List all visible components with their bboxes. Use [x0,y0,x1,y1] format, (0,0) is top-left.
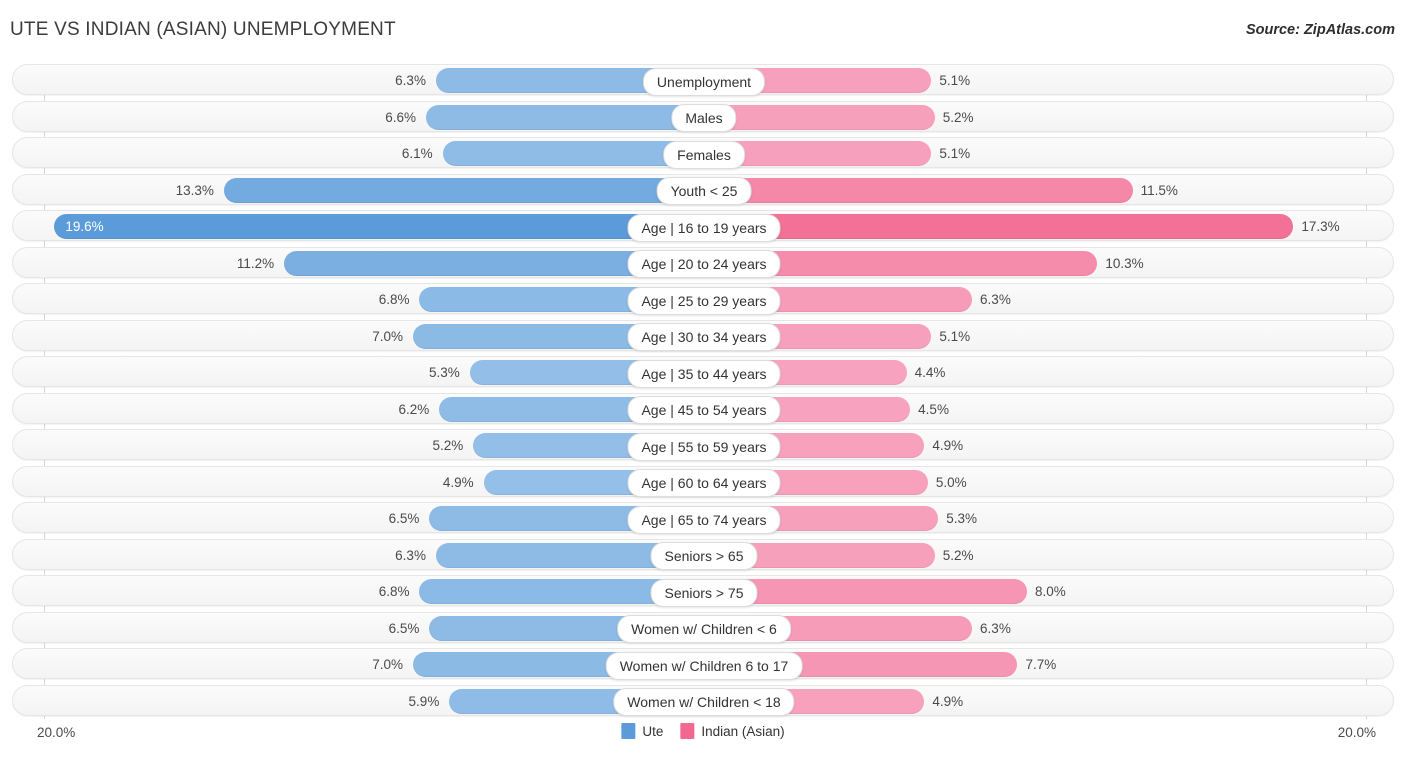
value-label-indian-asian: 4.9% [932,438,964,453]
chart-row[interactable]: 6.6% 5.2% Males [12,100,1394,132]
value-label-indian-asian: 5.2% [942,547,974,563]
axis-label-left: 20.0% [37,725,76,740]
value-label-ute: 6.2% [398,401,430,417]
category-label[interactable]: Unemployment [642,67,766,96]
value-label-indian-asian: 5.1% [939,146,971,161]
bar-indian-asian[interactable] [704,104,935,130]
value-label-indian-asian: 5.1% [939,328,971,344]
value-label-indian-asian: 5.1% [939,73,971,88]
value-label-ute: 6.5% [388,620,420,636]
plot-area: 6.3% 5.1% Unemployment 6.6% 5.2% Males 6.1% 5.1… [12,64,1394,719]
chart-row[interactable]: 7.0% 5.1% Age | 30 to 34 years [12,319,1394,351]
chart-row[interactable]: 6.3% 5.1% Unemployment [12,64,1394,96]
category-label[interactable]: Women w/ Children < 6 [617,615,791,643]
category-label[interactable]: Age | 65 to 74 years [627,505,781,534]
value-label-indian-asian: 7.7% [1025,657,1057,672]
chart-row[interactable]: 5.2% 4.9% Age | 55 to 59 years [12,429,1394,461]
chart-root: UTE VS INDIAN (ASIAN) UNEMPLOYMENT Sourc… [0,0,1406,757]
value-label-ute: 7.0% [372,657,403,672]
value-label-indian-asian: 4.5% [918,401,949,417]
value-label-indian-asian: 6.3% [980,620,1011,636]
source-attribution: Source: ZipAtlas.com [1245,22,1395,38]
legend-swatch-icon [680,723,695,739]
chart-row[interactable]: 13.3% 11.5% Youth < 25 [12,173,1394,205]
category-label[interactable]: Age | 45 to 54 years [627,396,781,424]
category-label[interactable]: Youth < 25 [656,177,752,205]
chart-row[interactable]: 6.1% 5.1% Females [12,137,1394,169]
value-label-indian-asian: 5.3% [946,511,978,526]
chart-legend: Ute Indian (Asian) [621,723,785,739]
chart-row[interactable]: 19.6% 17.3% Age | 16 to 19 years [12,210,1394,242]
category-label[interactable]: Seniors > 65 [650,542,758,570]
value-label-ute: 5.9% [408,693,440,709]
category-label[interactable]: Women w/ Children < 18 [613,688,795,716]
category-label[interactable]: Age | 55 to 59 years [627,432,781,461]
bar-ute[interactable] [426,104,704,130]
chart-row[interactable]: 6.3% 5.2% Seniors > 65 [12,538,1394,570]
chart-row[interactable]: 7.0% 7.7% Women w/ Children 6 to 17 [12,648,1394,680]
legend-label: Ute [642,723,664,739]
value-label-ute: 6.6% [385,109,417,125]
chart-row[interactable]: 5.3% 4.4% Age | 35 to 44 years [12,356,1394,388]
chart-row[interactable]: 4.9% 5.0% Age | 60 to 64 years [12,465,1394,497]
bar-indian-asian[interactable] [704,177,1133,203]
chart-row[interactable]: 6.5% 5.3% Age | 65 to 74 years [12,502,1394,534]
chart-row[interactable]: 6.2% 4.5% Age | 45 to 54 years [12,392,1394,424]
category-label[interactable]: Age | 20 to 24 years [627,250,781,278]
value-label-ute: 6.3% [395,73,426,88]
page-title: UTE VS INDIAN (ASIAN) UNEMPLOYMENT [10,19,396,40]
value-label-ute: 4.9% [442,474,474,490]
legend-item-indian-asian[interactable]: Indian (Asian) [680,723,785,739]
value-label-indian-asian: 8.0% [1034,584,1066,599]
value-label-ute: 11.2% [236,255,275,271]
legend-label: Indian (Asian) [701,723,785,739]
value-label-indian-asian: 10.3% [1105,255,1144,271]
legend-swatch-icon [621,723,636,739]
value-label-indian-asian: 17.3% [1301,219,1340,234]
value-label-ute: 19.6% [65,219,104,234]
category-label[interactable]: Age | 60 to 64 years [627,469,781,497]
category-label[interactable]: Women w/ Children 6 to 17 [605,651,803,680]
category-label[interactable]: Age | 30 to 34 years [627,323,781,351]
chart-row[interactable]: 5.9% 4.9% Women w/ Children < 18 [12,684,1394,716]
value-label-ute: 7.0% [372,328,403,344]
bar-indian-asian[interactable] [704,214,1294,239]
value-label-ute: 5.2% [432,438,464,453]
chart-row[interactable]: 6.5% 6.3% Women w/ Children < 6 [12,611,1394,643]
value-label-indian-asian: 5.0% [935,474,967,490]
legend-item-ute[interactable]: Ute [621,723,663,739]
category-label[interactable]: Females [663,140,745,169]
chart-row[interactable]: 6.8% 6.3% Age | 25 to 29 years [12,283,1394,315]
category-label[interactable]: Males [671,104,737,132]
category-label[interactable]: Age | 35 to 44 years [627,359,781,388]
value-label-ute: 13.3% [175,182,214,198]
value-label-indian-asian: 11.5% [1140,182,1178,198]
bar-ute[interactable] [54,214,704,239]
value-label-ute: 6.3% [395,547,426,563]
bar-ute[interactable] [223,177,704,203]
value-label-indian-asian: 4.9% [932,693,964,709]
chart-row[interactable]: 11.2% 10.3% Age | 20 to 24 years [12,246,1394,278]
value-label-indian-asian: 6.3% [980,292,1011,307]
value-label-indian-asian: 4.4% [914,365,946,380]
value-label-ute: 6.5% [388,511,420,526]
category-label[interactable]: Age | 16 to 19 years [627,213,781,242]
value-label-ute: 5.3% [428,365,460,380]
category-label[interactable]: Age | 25 to 29 years [627,286,781,315]
value-label-indian-asian: 5.2% [942,109,974,125]
value-label-ute: 6.8% [378,292,410,307]
axis-label-right: 20.0% [1337,725,1376,740]
chart-row[interactable]: 6.8% 8.0% Seniors > 75 [12,575,1394,607]
value-label-ute: 6.1% [401,146,433,161]
category-label[interactable]: Seniors > 75 [650,578,758,607]
value-label-ute: 6.8% [378,584,410,599]
